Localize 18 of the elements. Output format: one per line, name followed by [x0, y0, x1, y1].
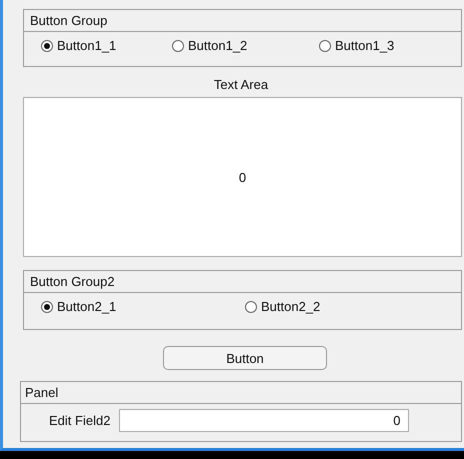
- radio-option[interactable]: Button2_2: [245, 299, 461, 314]
- radio-icon[interactable]: [172, 40, 184, 52]
- radio-icon[interactable]: [41, 300, 53, 312]
- radio-option[interactable]: Button1_2: [172, 38, 319, 53]
- radio-icon[interactable]: [41, 40, 53, 52]
- edit-field[interactable]: 0: [119, 409, 410, 432]
- group-title: Button Group: [30, 13, 108, 28]
- radio-option[interactable]: Button1_3: [319, 38, 461, 53]
- radio-option[interactable]: Button2_1: [41, 299, 245, 314]
- text-area[interactable]: 0: [23, 97, 462, 257]
- radio-icon[interactable]: [245, 300, 257, 312]
- panel-title: Panel: [25, 385, 58, 400]
- text-area-label: Text Area: [214, 77, 268, 92]
- radio-option[interactable]: Button1_1: [41, 38, 172, 53]
- group-title: Button Group2: [30, 274, 115, 289]
- radio-icon[interactable]: [319, 40, 331, 52]
- field-label: Edit Field2: [49, 413, 110, 428]
- push-button[interactable]: Button: [163, 346, 327, 370]
